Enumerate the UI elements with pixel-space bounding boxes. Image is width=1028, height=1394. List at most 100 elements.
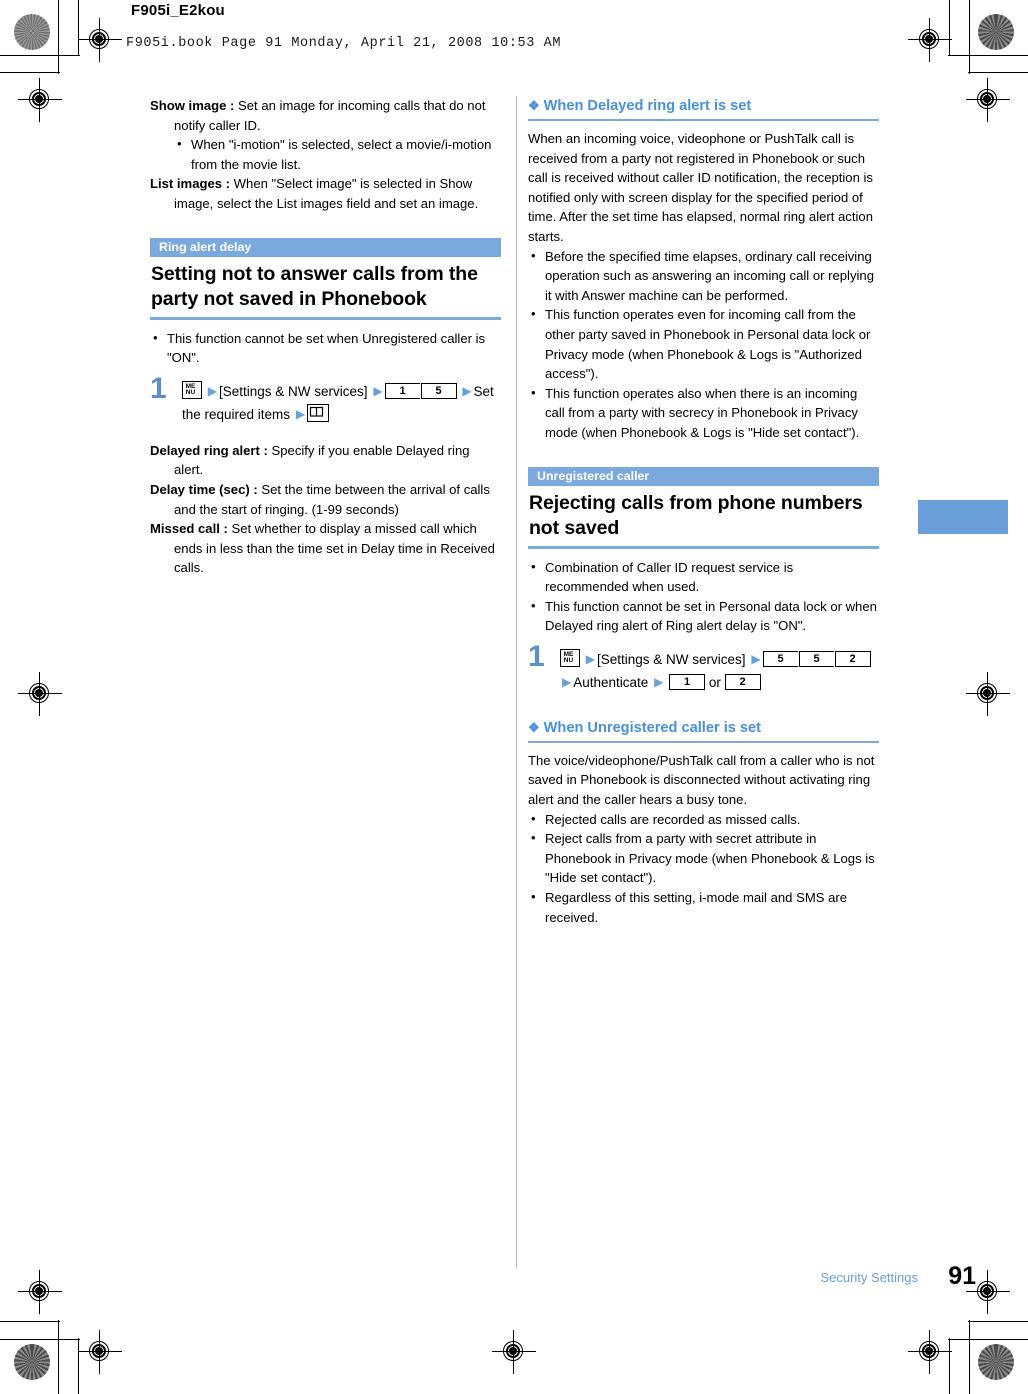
crop-mark-top-left-h2 bbox=[0, 55, 80, 56]
definition-delayed-ring-alert: Delayed ring alert : Specify if you enab… bbox=[150, 441, 501, 480]
crop-mark-top-right-h bbox=[968, 72, 1028, 73]
right-column: ❖ When Delayed ring alert is set When an … bbox=[528, 96, 879, 927]
delayed-ring-alert-bullets: Before the specified time elapses, ordin… bbox=[528, 246, 879, 443]
book-key-icon[interactable] bbox=[307, 403, 330, 422]
paragraph-delayed-ring-alert: When an incoming voice, videophone or Pu… bbox=[528, 131, 873, 244]
list-item: Combination of Caller ID request service… bbox=[528, 556, 879, 597]
arrow-icon: ▶ bbox=[585, 651, 595, 666]
step-ring-alert-delay: 1 ME NU ▶ [Settings & NW services] ▶ 1 5 ▶ S… bbox=[150, 373, 501, 426]
registration-mark-bottom-left bbox=[18, 1270, 62, 1314]
crop-mark-top-right-h2 bbox=[948, 55, 1028, 56]
step-body: ME NU ▶ [Settings & NW services] ▶ 5 5 2 ▶ Au… bbox=[560, 648, 879, 694]
subhead-unregistered-caller-set: ❖ When Unregistered caller is set bbox=[528, 718, 879, 741]
arrow-icon: ▶ bbox=[462, 383, 472, 398]
unregistered-caller-notes: Combination of Caller ID request service… bbox=[528, 556, 879, 636]
arrow-icon: ▶ bbox=[295, 406, 306, 421]
keypad-key[interactable]: 2 bbox=[834, 650, 871, 667]
list-item: This function cannot be set in Personal … bbox=[528, 596, 879, 636]
definition-term: Delayed ring alert : bbox=[150, 442, 268, 458]
arrow-icon: ▶ bbox=[654, 674, 664, 689]
keypad-key[interactable]: 5 bbox=[762, 650, 799, 667]
left-column: Show image : Set an image for incoming c… bbox=[150, 96, 501, 578]
registration-mark-bottom-center bbox=[492, 1330, 536, 1374]
column-divider bbox=[516, 96, 517, 1268]
step-unregistered-caller: 1 ME NU ▶ [Settings & NW services] ▶ 5 5 2 ▶… bbox=[528, 641, 879, 694]
registration-mark-mid-left bbox=[18, 672, 62, 716]
registration-mark-mid-right bbox=[966, 672, 1010, 716]
keypad-key[interactable]: 5 bbox=[798, 650, 835, 667]
definition-list-images: List images : When "Select image" is sel… bbox=[150, 174, 501, 213]
show-image-sub-bullets: When "i-motion" is selected, select a mo… bbox=[174, 134, 501, 174]
footer-chapter-label: Security Settings bbox=[820, 1270, 918, 1285]
arrow-icon: ▶ bbox=[207, 383, 217, 398]
list-item: Regardless of this setting, i-mode mail … bbox=[528, 887, 879, 927]
list-item: This function cannot be set when Unregis… bbox=[150, 328, 501, 368]
definition-missed-call: Missed call : Set whether to display a m… bbox=[150, 519, 501, 578]
chapter-thumb-tab bbox=[918, 500, 1008, 534]
list-item: Rejected calls are recorded as missed ca… bbox=[528, 809, 879, 830]
keypad-key[interactable]: 5 bbox=[420, 382, 457, 399]
crop-mark-bottom-right-h2 bbox=[948, 1339, 1028, 1340]
arrow-icon: ▶ bbox=[751, 651, 761, 666]
paragraph-unregistered-caller: The voice/videophone/PushTalk call from … bbox=[528, 752, 875, 808]
definition-term: List images : bbox=[150, 176, 231, 192]
section-rule bbox=[150, 316, 501, 320]
diamond-icon: ❖ bbox=[528, 719, 540, 735]
registration-mark-top-right bbox=[908, 18, 952, 62]
step-bracket-label: [Settings & NW services] bbox=[219, 383, 368, 399]
section-title-ring-alert-delay: Setting not to answer calls from the par… bbox=[151, 262, 478, 310]
crop-mark-bottom-left-h bbox=[0, 1321, 60, 1322]
registration-mark-top-right-2 bbox=[966, 78, 1010, 122]
definition-show-image: Show image : Set an image for incoming c… bbox=[150, 96, 501, 135]
crop-mark-top-left-v bbox=[58, 0, 59, 74]
step-bracket-label: [Settings & NW services] bbox=[597, 651, 746, 667]
subhead-rule bbox=[528, 740, 879, 743]
crop-mark-bottom-left-h2 bbox=[0, 1339, 80, 1340]
crop-mark-bottom-left-v2 bbox=[78, 1338, 79, 1394]
list-item: When "i-motion" is selected, select a mo… bbox=[174, 134, 501, 174]
step-body: ME NU ▶ [Settings & NW services] ▶ 1 5 ▶ Set… bbox=[182, 380, 501, 426]
definition-term: Delay time (sec) : bbox=[150, 481, 258, 497]
footer-page-number: 91 bbox=[948, 1262, 976, 1290]
section-title-unregistered-caller: Rejecting calls from phone numbers not s… bbox=[529, 491, 863, 539]
step-or-label: or bbox=[708, 674, 721, 690]
crop-mark-bottom-right-h bbox=[968, 1321, 1028, 1322]
subhead-label: When Unregistered caller is set bbox=[543, 719, 762, 736]
book-file-note: F905i.book Page 91 Monday, April 21, 200… bbox=[126, 36, 562, 51]
keypad-key[interactable]: 1 bbox=[384, 382, 421, 399]
registration-mark-bottom-left-2 bbox=[78, 1330, 122, 1374]
list-item: This function operates even for incoming… bbox=[528, 304, 879, 383]
step-number: 1 bbox=[150, 371, 167, 405]
keypad-key[interactable]: 1 bbox=[669, 673, 706, 690]
color-calibration-blob-bottom-left bbox=[14, 1344, 50, 1380]
keypad-key[interactable]: 2 bbox=[724, 673, 761, 690]
definition-delay-time: Delay time (sec) : Set the time between … bbox=[150, 480, 501, 519]
color-calibration-blob-bottom-right bbox=[978, 1344, 1014, 1380]
arrow-icon: ▶ bbox=[373, 383, 383, 398]
registration-mark-top-left-2 bbox=[18, 78, 62, 122]
section-rule bbox=[528, 545, 879, 549]
menu-key-icon[interactable]: ME NU bbox=[560, 648, 580, 667]
color-calibration-blob-top-left bbox=[14, 14, 50, 50]
list-item: Reject calls from a party with secret at… bbox=[528, 828, 879, 888]
diamond-icon: ❖ bbox=[528, 98, 540, 113]
unregistered-caller-bullets: Rejected calls are recorded as missed ca… bbox=[528, 809, 879, 928]
registration-mark-top-left bbox=[78, 18, 122, 62]
step-number: 1 bbox=[528, 639, 545, 673]
subhead-delayed-ring-alert-set: ❖ When Delayed ring alert is set bbox=[528, 96, 879, 119]
document-id-label: F905i_E2kou bbox=[131, 2, 225, 19]
crop-mark-bottom-left-v bbox=[58, 1320, 59, 1394]
crop-mark-top-right-v2 bbox=[949, 0, 950, 56]
crop-mark-top-left-h bbox=[0, 72, 60, 73]
list-item: Before the specified time elapses, ordin… bbox=[528, 246, 879, 306]
subhead-label: When Delayed ring alert is set bbox=[543, 98, 752, 114]
menu-key-icon[interactable]: ME NU bbox=[182, 380, 202, 399]
section-tag-unregistered-caller: Unregistered caller bbox=[528, 466, 879, 486]
definition-term: Missed call : bbox=[150, 521, 228, 537]
color-calibration-blob-top-right bbox=[978, 14, 1014, 50]
svg-text:NU: NU bbox=[186, 389, 196, 395]
